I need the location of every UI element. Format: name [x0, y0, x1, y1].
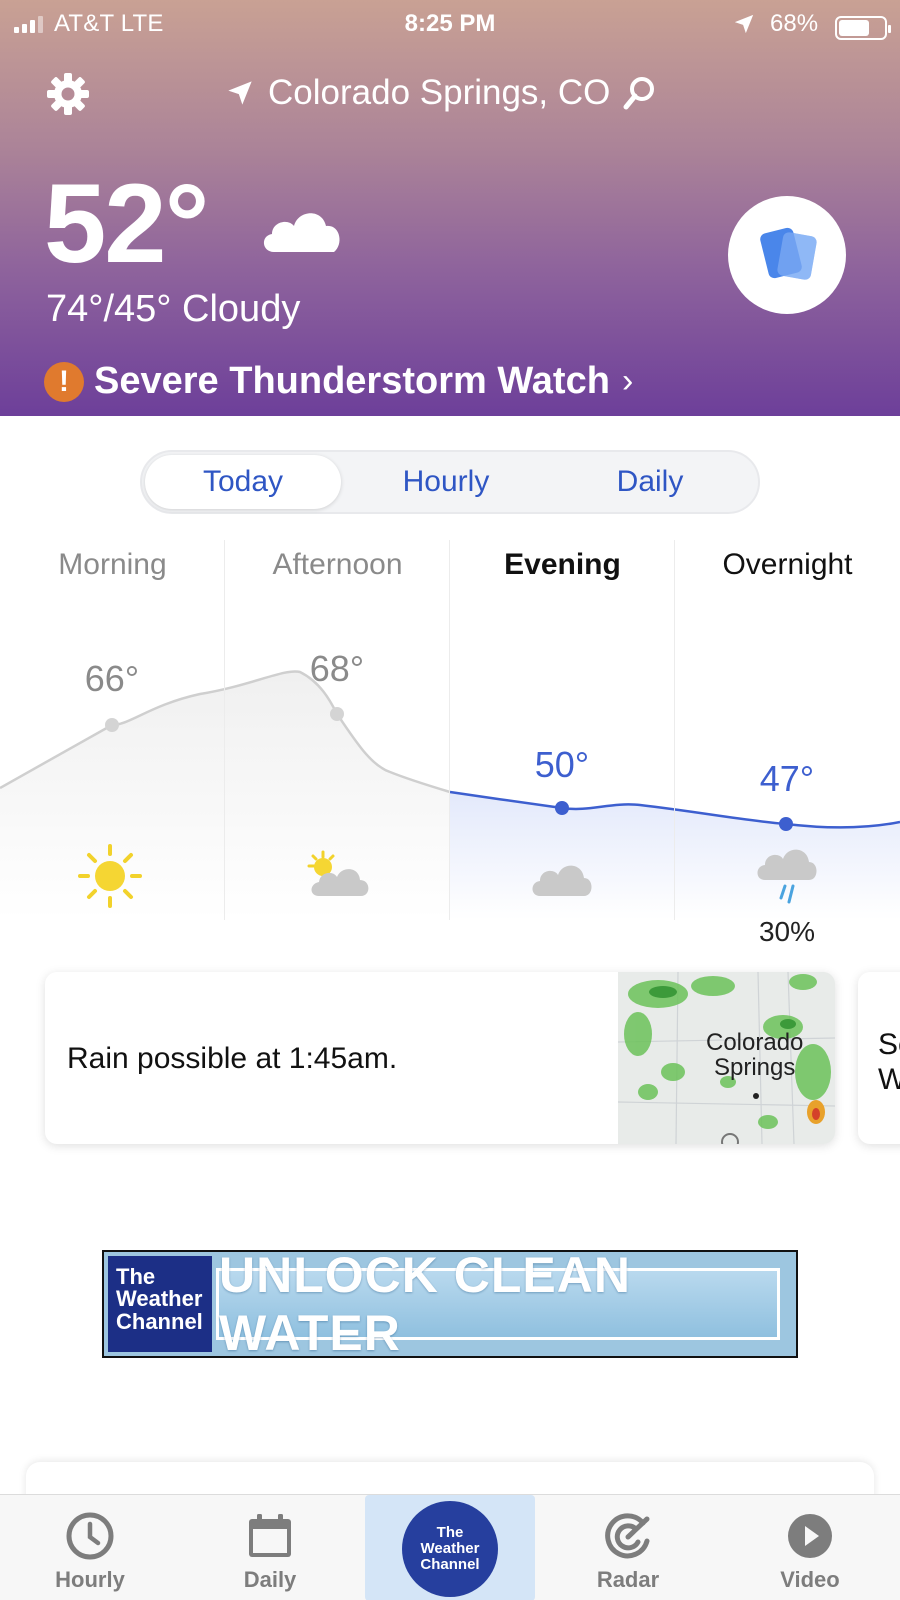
tab-home-nav[interactable]: The Weather Channel — [365, 1495, 535, 1600]
battery-icon — [835, 16, 891, 40]
location-name: Colorado Springs, CO — [268, 73, 611, 112]
cloud-icon — [263, 213, 340, 252]
tab-hourly-nav[interactable]: Hourly — [0, 1495, 180, 1600]
daypart-afternoon[interactable]: Afternoon 68° — [225, 540, 450, 920]
play-icon — [788, 1514, 832, 1558]
daypart-overnight[interactable]: Overnight 47° 30% — [675, 540, 900, 947]
gear-icon — [47, 73, 89, 115]
sun-icon — [78, 844, 142, 908]
clock-icon — [66, 1512, 114, 1560]
cards-button[interactable] — [728, 196, 846, 314]
radar-icon — [605, 1513, 650, 1559]
tab-hourly[interactable]: Hourly — [346, 455, 546, 509]
daypart-forecast: Morning 66° Afternoon 68° Evening 50° Ov… — [0, 540, 900, 960]
tab-today[interactable]: Today — [145, 455, 341, 509]
daypart-temp: 47° — [759, 758, 815, 799]
alert-icon: ! — [44, 361, 84, 402]
alert-label: Severe Thunderstorm Watch — [94, 360, 610, 402]
tab-label: Hourly — [55, 1567, 125, 1592]
daypart-label: Afternoon — [272, 548, 403, 581]
settings-button[interactable] — [44, 70, 92, 118]
rain-insight-card[interactable]: Rain possible at 1:45am. Colorado Spring… — [45, 972, 835, 1144]
status-bar: AT&T LTE 8:25 PM 68% — [0, 6, 900, 42]
location-arrow-icon — [733, 13, 755, 42]
hi-lo-condition: 74°/45° Cloudy — [46, 288, 301, 330]
daypart-label: Morning — [58, 548, 167, 581]
next-card-text: Se W — [878, 1028, 900, 1096]
daypart-temp: 66° — [84, 658, 140, 699]
tab-label: Daily — [243, 1567, 297, 1592]
daypart-evening[interactable]: Evening 50° — [450, 540, 675, 920]
daypart-temp: 50° — [534, 744, 590, 785]
search-icon[interactable] — [622, 75, 658, 111]
rain-cloud-icon — [757, 849, 817, 904]
calendar-icon — [249, 1514, 291, 1557]
status-time: 8:25 PM — [404, 10, 496, 37]
severe-weather-alert[interactable]: ! Severe Thunderstorm Watch › — [44, 360, 633, 403]
ad-headline: UNLOCK CLEAN WATER — [216, 1247, 780, 1361]
chevron-right-icon: › — [621, 362, 634, 400]
precip-chance: 30% — [758, 916, 816, 947]
daypart-label: Overnight — [722, 548, 853, 581]
tab-video-nav[interactable]: Video — [720, 1495, 900, 1600]
ad-banner[interactable]: The Weather Channel UNLOCK CLEAN WATER — [102, 1247, 798, 1361]
partly-cloudy-icon — [307, 850, 369, 896]
header: AT&T LTE 8:25 PM 68% Colorado Springs, C… — [0, 0, 900, 416]
tab-daily[interactable]: Daily — [550, 455, 750, 509]
tab-label: Video — [780, 1567, 840, 1592]
twc-logo: The Weather Channel — [108, 1256, 212, 1352]
forecast-segmented-control: Today Hourly Daily — [140, 450, 760, 514]
next-insight-card[interactable]: Se W — [858, 972, 900, 1144]
current-temperature: 52° — [44, 161, 209, 286]
daypart-temp: 68° — [309, 648, 365, 689]
bottom-tab-bar: Hourly Daily The Weather Channel Radar V… — [0, 1494, 900, 1600]
location-bar[interactable]: Colorado Springs, CO — [226, 68, 658, 118]
radar-map-thumbnail[interactable]: Colorado Springs — [618, 972, 835, 1144]
cards-icon — [760, 227, 817, 280]
twc-logo: The Weather Channel — [402, 1501, 498, 1597]
battery-percent: 68% — [770, 10, 819, 37]
tab-radar-nav[interactable]: Radar — [538, 1495, 718, 1600]
tab-daily-nav[interactable]: Daily — [180, 1495, 360, 1600]
insight-text: Rain possible at 1:45am. — [67, 1042, 398, 1075]
location-arrow-icon — [228, 81, 252, 105]
tab-label: Radar — [596, 1567, 660, 1592]
cloud-icon — [532, 865, 592, 896]
daypart-morning[interactable]: Morning 66° — [0, 540, 225, 920]
daypart-label: Evening — [504, 548, 621, 581]
map-city-label: Colorado Springs — [706, 1029, 804, 1082]
